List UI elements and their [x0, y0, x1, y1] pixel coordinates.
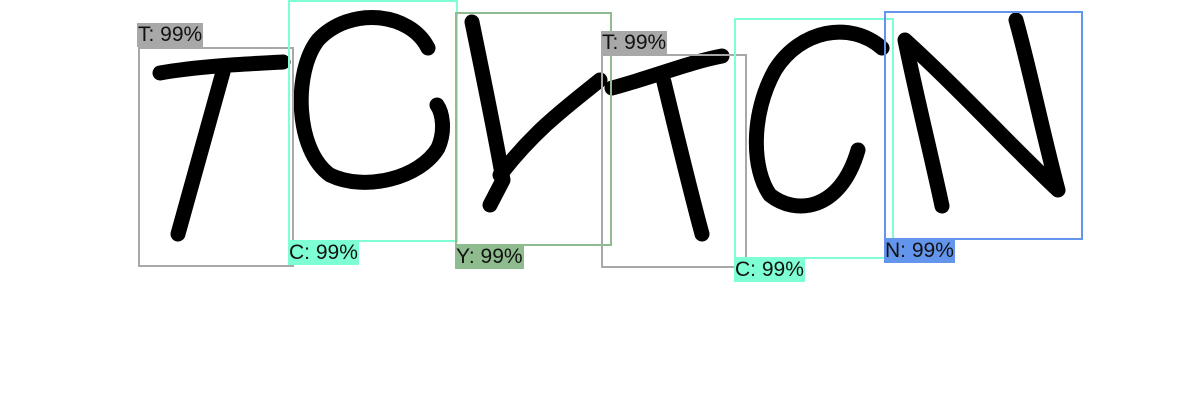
detection-label-c: C: 99%: [288, 241, 359, 265]
detection-box-t: [138, 47, 294, 267]
detection-label-t: T: 99%: [601, 31, 668, 55]
detection-canvas: T: 99% C: 99% Y: 99% T: 99% C: 99% N: 99…: [0, 0, 1200, 420]
detection-box-n: [884, 11, 1083, 240]
detection-box-c: [288, 0, 458, 242]
detection-box-t: [601, 54, 747, 268]
detection-label-c: C: 99%: [734, 258, 805, 282]
detection-box-y: [455, 12, 612, 246]
detection-label-y: Y: 99%: [455, 245, 524, 269]
detection-box-c: [734, 18, 894, 259]
detection-label-n: N: 99%: [884, 239, 955, 263]
detection-label-t: T: 99%: [137, 23, 204, 47]
